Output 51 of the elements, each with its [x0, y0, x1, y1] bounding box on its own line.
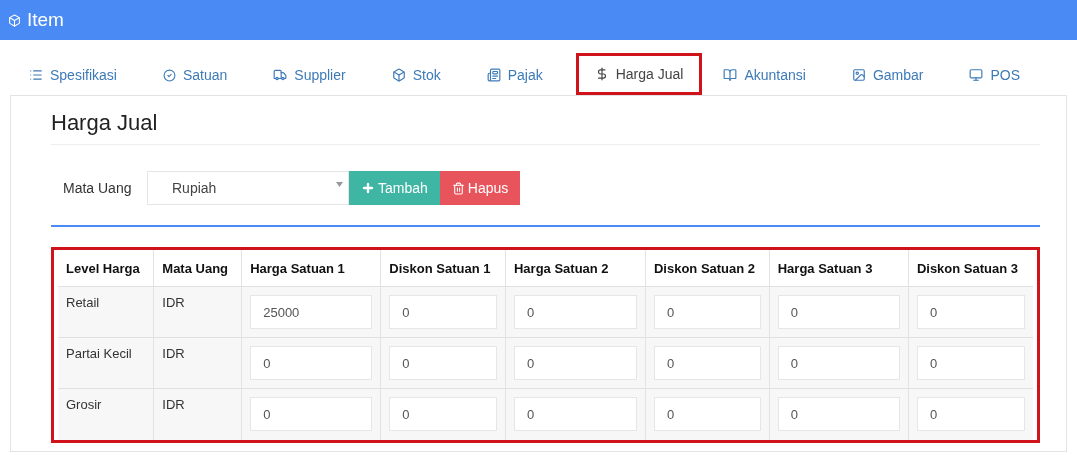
input-field[interactable]: 0: [777, 346, 900, 380]
box-icon: [8, 13, 21, 27]
table-cell: IDR: [153, 337, 242, 389]
input-field[interactable]: 0: [916, 397, 1025, 431]
truck-icon: [273, 68, 288, 82]
tab[interactable]: Spesifikasi: [16, 55, 130, 95]
table-cell: IDR: [153, 388, 242, 440]
input-field[interactable]: 0: [916, 346, 1025, 380]
tab[interactable]: Pajak: [473, 55, 556, 95]
input-field[interactable]: 0: [513, 295, 637, 329]
field-label: Mata Uang: [63, 180, 133, 196]
input-field[interactable]: 0: [777, 397, 900, 431]
input-field[interactable]: 0: [513, 346, 637, 380]
currency-select[interactable]: Rupiah: [147, 171, 349, 205]
box-icon: [391, 68, 406, 82]
table-cell: Retail: [58, 286, 154, 338]
tab[interactable]: POS: [956, 55, 1034, 95]
input-field[interactable]: 25000: [250, 295, 373, 329]
table-cell: Grosir: [58, 388, 154, 440]
trash-icon: [451, 181, 465, 195]
input-field[interactable]: 0: [389, 295, 497, 329]
caret-icon: [336, 182, 343, 187]
input-field[interactable]: 0: [389, 346, 497, 380]
input-field[interactable]: 0: [389, 397, 497, 431]
tab[interactable]: Stok: [378, 55, 454, 95]
tab[interactable]: Satuan: [149, 55, 241, 95]
section-title: Harga Jual: [51, 108, 1040, 145]
image-icon: [851, 68, 866, 82]
tab[interactable]: Harga Jual: [575, 53, 703, 95]
input-field[interactable]: 0: [513, 397, 637, 431]
column-header: Level Harga: [58, 250, 154, 287]
input-field[interactable]: 0: [777, 295, 900, 329]
tab[interactable]: Akuntansi: [710, 55, 819, 95]
tab[interactable]: Gambar: [838, 55, 937, 95]
newspaper-icon: [486, 68, 501, 82]
input-field[interactable]: 0: [250, 397, 373, 431]
input-field[interactable]: 0: [250, 346, 373, 380]
input-field[interactable]: 0: [916, 295, 1025, 329]
table-cell: IDR: [153, 286, 242, 338]
window-title: Item: [27, 9, 64, 31]
monitor-icon: [969, 68, 984, 82]
list-icon: [29, 68, 43, 82]
plus-icon: [361, 181, 375, 195]
input-field[interactable]: 0: [653, 397, 761, 431]
input-field[interactable]: 0: [653, 295, 761, 329]
book-icon: [723, 68, 738, 82]
table-cell: Partai Kecil: [58, 337, 154, 389]
delete-button[interactable]: Hapus: [439, 171, 521, 205]
input-field[interactable]: 0: [653, 346, 761, 380]
tab[interactable]: Supplier: [260, 55, 359, 95]
check-circle-icon: [162, 68, 176, 82]
